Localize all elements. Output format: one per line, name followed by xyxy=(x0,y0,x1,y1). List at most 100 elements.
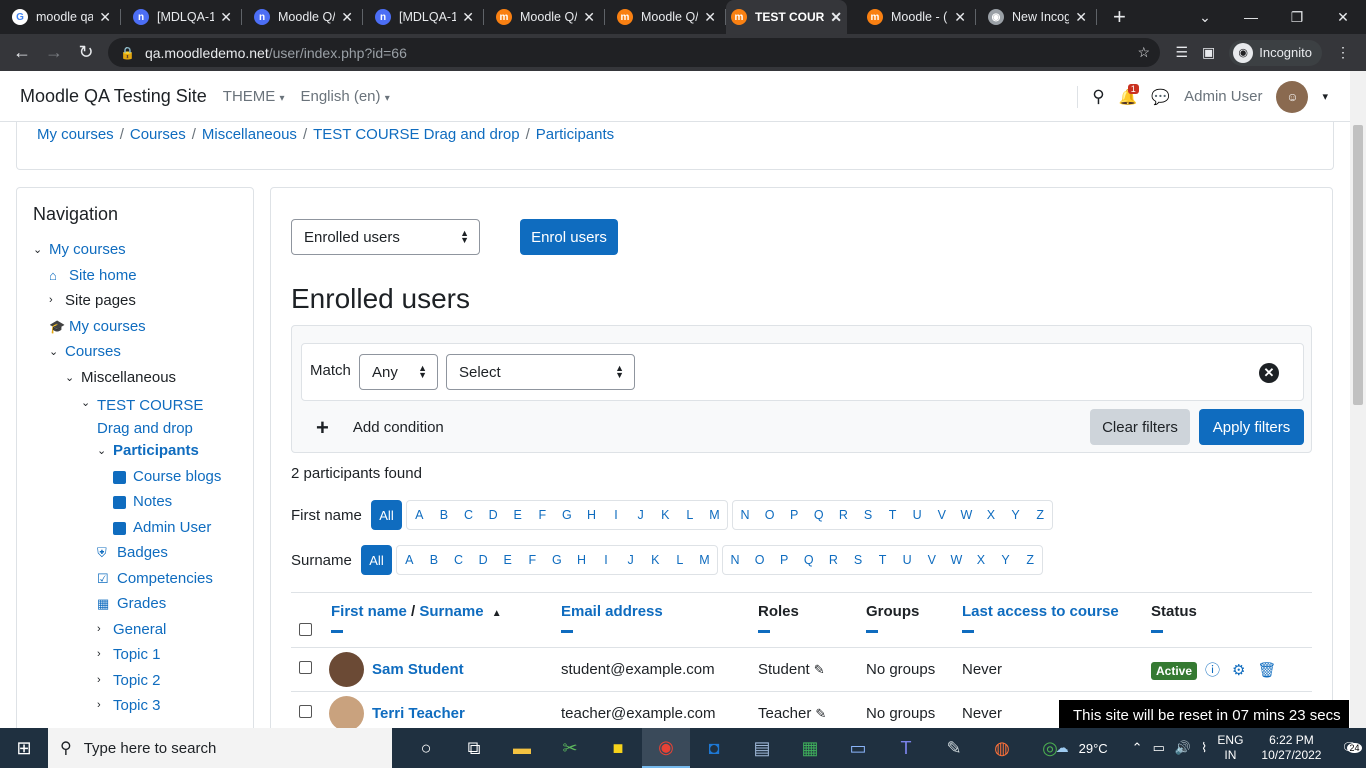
avatar[interactable] xyxy=(329,652,364,687)
breadcrumb-item[interactable]: TEST COURSE Drag and drop xyxy=(313,126,519,143)
tab-close-icon[interactable]: ✕ xyxy=(830,9,842,26)
match-select[interactable]: Any ▲ ▼ xyxy=(359,354,438,390)
nav-item[interactable]: › General xyxy=(33,621,237,647)
file-explorer-icon[interactable]: ▬ xyxy=(498,728,546,768)
notifications-bell[interactable]: 🔔 1 xyxy=(1119,83,1139,106)
edit-role-icon[interactable]: ✎ xyxy=(814,662,825,677)
tab-search-icon[interactable]: ⌄ xyxy=(1182,0,1228,34)
initial-letter[interactable]: J xyxy=(628,501,653,529)
initial-letter[interactable]: W xyxy=(954,501,979,529)
chevron-down-icon[interactable]: ⌄ xyxy=(49,345,65,358)
nav-item[interactable]: Admin User xyxy=(33,519,237,545)
tab-close-icon[interactable]: ✕ xyxy=(99,9,111,26)
initial-letter[interactable]: X xyxy=(979,501,1004,529)
collapse-column-icon[interactable] xyxy=(1151,630,1163,633)
browser-tab[interactable]: n [MDLQA-1 ✕ xyxy=(121,0,242,34)
chevron-right-icon[interactable]: › xyxy=(97,648,113,660)
initial-letter[interactable]: V xyxy=(919,546,944,574)
incognito-indicator[interactable]: ◉ Incognito xyxy=(1229,39,1322,66)
tab-close-icon[interactable]: ✕ xyxy=(1075,9,1087,26)
battery-icon[interactable]: ▭ xyxy=(1153,740,1165,756)
collapse-column-icon[interactable] xyxy=(331,630,343,633)
teams-icon[interactable]: T xyxy=(882,728,930,768)
initial-letter[interactable]: E xyxy=(505,501,530,529)
collapse-column-icon[interactable] xyxy=(962,630,974,633)
browser-tab[interactable]: n [MDLQA-1 ✕ xyxy=(363,0,484,34)
remove-filter-icon[interactable]: ✕ xyxy=(1259,363,1279,383)
nav-item[interactable]: ⌄ Participants xyxy=(33,442,237,468)
browser-tab[interactable]: m TEST COUR ✕ xyxy=(726,0,847,34)
tab-close-icon[interactable]: ✕ xyxy=(954,9,966,26)
nav-item[interactable]: ⌂ Site home xyxy=(33,267,237,293)
sort-email-link[interactable]: Email address xyxy=(561,603,663,620)
clear-filters-button[interactable]: Clear filters xyxy=(1090,409,1190,445)
remote-desktop-icon[interactable]: ▭ xyxy=(834,728,882,768)
bookmark-star-icon[interactable]: ☆ xyxy=(1137,44,1150,61)
breadcrumb-item[interactable]: Courses xyxy=(130,126,186,143)
sticky-notes-icon[interactable]: ■ xyxy=(594,728,642,768)
nav-item[interactable]: 🎓 My courses xyxy=(33,318,237,344)
sort-surname-link[interactable]: Surname xyxy=(419,603,483,620)
collapse-column-icon[interactable] xyxy=(866,630,878,633)
firefox-icon[interactable]: ◍ xyxy=(978,728,1026,768)
initial-letter[interactable]: U xyxy=(895,546,920,574)
side-panel-icon[interactable]: ▣ xyxy=(1202,44,1215,61)
nav-item[interactable]: › Topic 2 xyxy=(33,672,237,698)
initial-letter[interactable]: W xyxy=(944,546,969,574)
initial-letter[interactable]: P xyxy=(782,501,807,529)
initial-letter[interactable]: M xyxy=(692,546,717,574)
initial-letter[interactable]: X xyxy=(969,546,994,574)
nav-item[interactable]: ⌄ Courses xyxy=(33,343,237,369)
initial-letter[interactable]: I xyxy=(604,501,629,529)
initial-letter[interactable]: Y xyxy=(1003,501,1028,529)
reload-icon[interactable]: ↻ xyxy=(70,42,102,63)
initial-letter[interactable]: E xyxy=(495,546,520,574)
sort-last-access-link[interactable]: Last access to course xyxy=(962,603,1119,620)
gear-icon[interactable]: ⚙ xyxy=(1232,662,1245,679)
avatar[interactable]: ☺ xyxy=(1276,80,1309,113)
initial-letter[interactable]: A xyxy=(407,501,432,529)
initial-letter[interactable]: H xyxy=(579,501,604,529)
tab-close-icon[interactable]: ✕ xyxy=(462,9,474,26)
user-name[interactable]: Admin User xyxy=(1184,88,1262,105)
tab-close-icon[interactable]: ✕ xyxy=(583,9,595,26)
add-condition-button[interactable]: + Add condition xyxy=(316,417,444,439)
notification-center-icon[interactable]: 🗨24 xyxy=(1341,740,1362,756)
select-all-checkbox[interactable] xyxy=(299,623,312,636)
chrome-icon[interactable]: ◉ xyxy=(642,728,690,768)
taskbar-search[interactable]: ⚲ Type here to search xyxy=(48,728,392,768)
initial-letter[interactable]: O xyxy=(747,546,772,574)
breadcrumb-item[interactable]: Participants xyxy=(536,126,614,143)
volume-icon[interactable]: 🔊 xyxy=(1175,740,1191,756)
initial-letter[interactable]: N xyxy=(733,501,758,529)
initial-letter[interactable]: L xyxy=(678,501,703,529)
initial-letter[interactable]: Q xyxy=(807,501,832,529)
initials-all[interactable]: All xyxy=(371,500,402,530)
initial-letter[interactable]: F xyxy=(530,501,555,529)
browser-tab[interactable]: m Moodle Q/ ✕ xyxy=(605,0,726,34)
initial-letter[interactable]: R xyxy=(831,501,856,529)
page-scrollbar[interactable] xyxy=(1350,71,1366,728)
tab-close-icon[interactable]: ✕ xyxy=(220,9,232,26)
view-select[interactable]: Enrolled users ▲ ▼ xyxy=(291,219,480,255)
url-bar[interactable]: 🔒 qa.moodledemo.net/user/index.php?id=66… xyxy=(108,38,1160,67)
chevron-down-icon[interactable]: ⌄ xyxy=(97,444,113,457)
collapse-column-icon[interactable] xyxy=(561,630,573,633)
initial-letter[interactable]: B xyxy=(422,546,447,574)
nav-item[interactable]: Notes xyxy=(33,493,237,519)
initial-letter[interactable]: H xyxy=(569,546,594,574)
browser-menu-icon[interactable]: ⋮ xyxy=(1336,44,1350,61)
initial-letter[interactable]: I xyxy=(594,546,619,574)
weather-icon[interactable]: ☁ xyxy=(1056,740,1069,756)
enrol-users-button[interactable]: Enrol users xyxy=(520,219,618,255)
word-icon[interactable]: ▤ xyxy=(738,728,786,768)
row-checkbox[interactable] xyxy=(299,705,312,719)
initial-letter[interactable]: R xyxy=(821,546,846,574)
initial-letter[interactable]: G xyxy=(545,546,570,574)
windows-start-icon[interactable]: ⊞ xyxy=(0,738,48,759)
nav-item[interactable]: ☑ Competencies xyxy=(33,570,237,596)
theme-menu[interactable]: THEME ▾ xyxy=(223,88,285,105)
initials-all[interactable]: All xyxy=(361,545,392,575)
participant-name-link[interactable]: Terri Teacher xyxy=(372,705,465,722)
excel-icon[interactable]: ▦ xyxy=(786,728,834,768)
